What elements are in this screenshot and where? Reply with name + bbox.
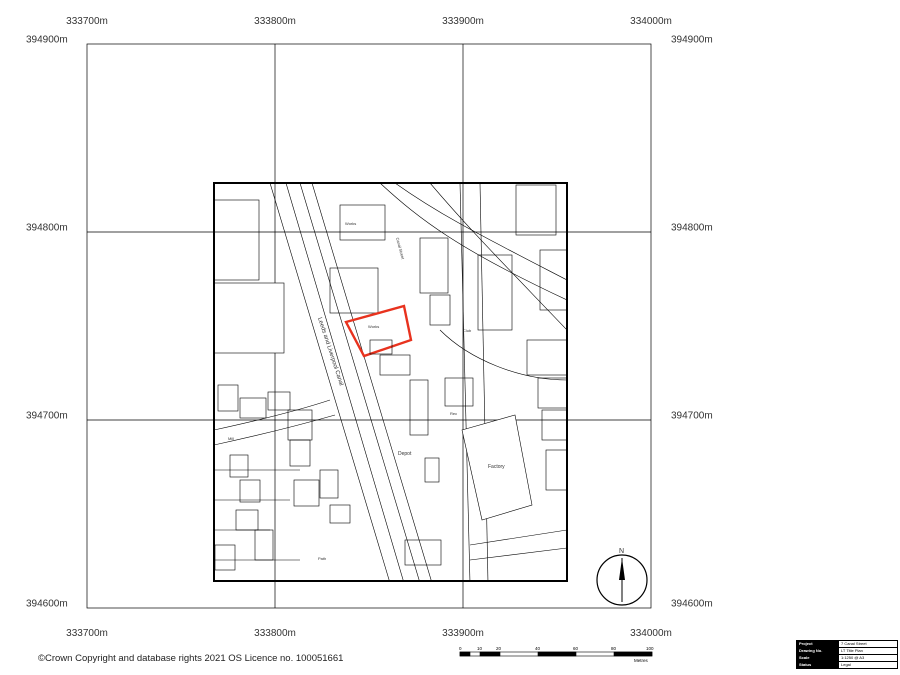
title-value-status: Legal bbox=[841, 662, 851, 667]
scale-tick-0: 0 bbox=[459, 646, 462, 651]
title-key-scale: Scale bbox=[797, 655, 839, 661]
title-row-scale: Scale 1:1250 @ A3 bbox=[797, 655, 897, 662]
map-extract-border bbox=[213, 182, 568, 582]
label-depot: Depot bbox=[398, 451, 412, 457]
title-key-drawing: Drawing No. bbox=[797, 648, 839, 654]
label-small-2: Club bbox=[463, 328, 472, 333]
title-value-scale: 1:1250 @ A3 bbox=[841, 655, 865, 660]
label-canal-st: Canal Street bbox=[395, 237, 406, 261]
title-key-status: Status bbox=[797, 662, 839, 668]
title-value-project: 7 Canal Street bbox=[841, 641, 867, 646]
label-canal: Leeds and Liverpool Canal bbox=[316, 317, 344, 387]
map-extract bbox=[214, 183, 567, 581]
title-row-drawing: Drawing No. LT Title Plan bbox=[797, 648, 897, 655]
label-small-3: Mill bbox=[228, 436, 234, 441]
scale-tick-6: 100 bbox=[646, 646, 654, 651]
scale-unit: Metres bbox=[634, 658, 649, 663]
scale-tick-5: 80 bbox=[611, 646, 617, 651]
label-small-1: Rec bbox=[450, 411, 457, 416]
label-factory: Factory bbox=[488, 464, 505, 470]
copyright-notice: ©Crown Copyright and database rights 202… bbox=[38, 653, 344, 664]
scale-bar: 0 10 20 40 60 80 100 Metres bbox=[459, 646, 654, 663]
north-arrow: N bbox=[596, 548, 648, 606]
title-value-drawing: LT Title Plan bbox=[841, 648, 863, 653]
map-canvas: Leeds and Liverpool Canal Depot Factory … bbox=[86, 43, 652, 609]
label-works-2: Works bbox=[368, 324, 379, 329]
title-row-status: Status Legal bbox=[797, 662, 897, 668]
title-row-project: Project 7 Canal Street bbox=[797, 641, 897, 648]
north-arrow-label: N bbox=[619, 548, 624, 555]
title-key-project: Project bbox=[797, 641, 839, 647]
scale-tick-3: 40 bbox=[535, 646, 541, 651]
label-path: Path bbox=[318, 556, 326, 561]
scale-tick-4: 60 bbox=[573, 646, 579, 651]
title-block: Project 7 Canal Street Drawing No. LT Ti… bbox=[796, 640, 898, 669]
scale-tick-2: 20 bbox=[496, 646, 502, 651]
scale-tick-1: 10 bbox=[477, 646, 483, 651]
label-works-1: Works bbox=[345, 221, 356, 226]
